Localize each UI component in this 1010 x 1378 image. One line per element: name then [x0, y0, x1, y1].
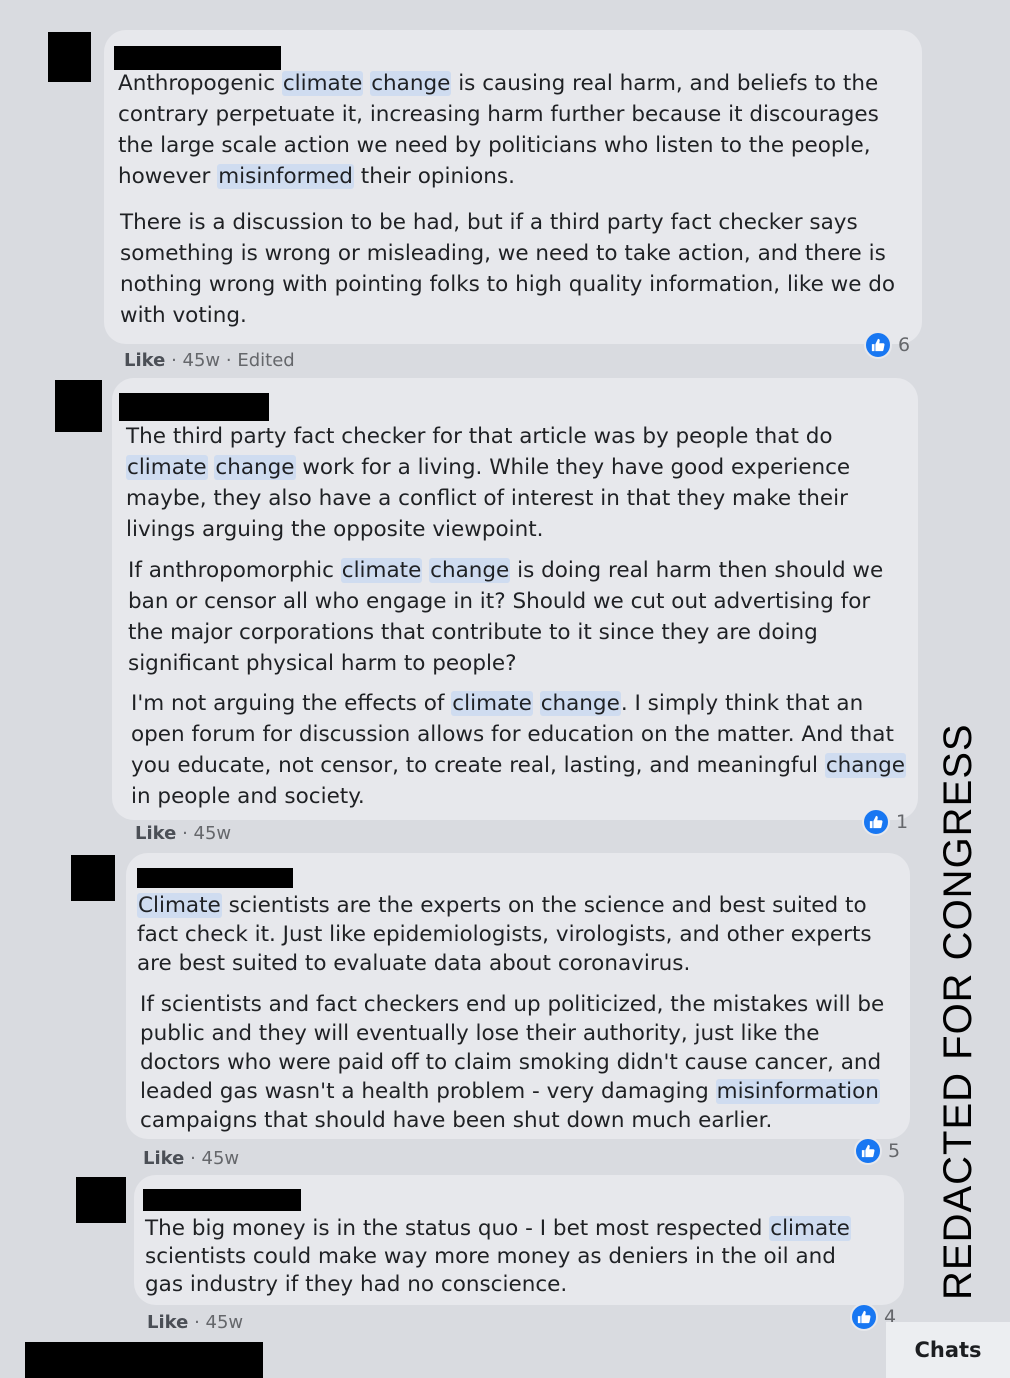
comment-text: If anthropomorphic [128, 558, 341, 583]
highlighted-search-term[interactable]: climate [451, 691, 533, 716]
timestamp[interactable]: 45w [206, 1312, 244, 1333]
comment-2-meta: Like · 45w [135, 823, 231, 844]
comment-text: campaigns that should have been shut dow… [140, 1108, 773, 1133]
comment-1-author-redacted[interactable] [114, 46, 281, 70]
separator: · [182, 823, 194, 844]
comment-3-author-redacted[interactable] [137, 868, 293, 888]
comment-text: scientists are the experts on the scienc… [137, 893, 872, 976]
comment-3-paragraph-2: If scientists and fact checkers end up p… [140, 990, 900, 1135]
comment-1-reactions[interactable]: 6 [864, 331, 910, 359]
highlighted-search-term[interactable]: change [539, 691, 621, 716]
highlighted-search-term[interactable]: change [370, 71, 452, 96]
comment-text: scientists could make way more money as … [145, 1244, 836, 1297]
thumbs-up-icon [854, 1137, 882, 1165]
chats-button[interactable]: Chats [886, 1322, 1010, 1378]
reaction-count: 5 [888, 1140, 901, 1162]
comment-4-author-redacted[interactable] [143, 1189, 301, 1211]
comment-3-meta: Like · 45w [143, 1148, 239, 1169]
thumbs-up-icon [850, 1303, 878, 1331]
highlighted-search-term[interactable]: change [824, 753, 906, 778]
edited-label: Edited [237, 350, 295, 371]
comment-2-author-redacted[interactable] [119, 393, 269, 421]
comment-text: Anthropogenic [118, 71, 282, 96]
redacted-side-label: REDACTED FOR CONGRESS [936, 723, 980, 1300]
comment-4-avatar-redacted[interactable] [76, 1177, 126, 1223]
highlighted-search-term[interactable]: climate [340, 558, 423, 583]
comment-1-meta: Like · 45w · Edited [124, 350, 295, 371]
comment-text: There is a discussion to be had, but if … [120, 210, 896, 328]
bottom-redaction-bar [25, 1342, 263, 1378]
comment-3-paragraph-1: Climate scientists are the experts on th… [137, 891, 897, 978]
thumbs-up-icon [864, 331, 892, 359]
like-button[interactable]: Like [124, 350, 165, 371]
highlighted-search-term[interactable]: climate [769, 1216, 851, 1241]
comment-2-paragraph-3: I'm not arguing the effects of climate c… [131, 688, 906, 812]
reaction-count: 1 [896, 811, 909, 833]
comment-1-paragraph-2: There is a discussion to be had, but if … [120, 207, 910, 331]
highlighted-search-term[interactable]: change [214, 455, 296, 480]
comment-text: in people and society. [131, 784, 365, 809]
thumbs-up-icon [862, 808, 890, 836]
comment-4-paragraph-1: The big money is in the status quo - I b… [145, 1215, 880, 1299]
comment-text [533, 691, 540, 716]
separator: · [171, 350, 183, 371]
like-button[interactable]: Like [135, 823, 176, 844]
comment-text: The third party fact checker for that ar… [126, 424, 833, 449]
highlighted-search-term[interactable]: change [429, 558, 511, 583]
separator: · [225, 350, 238, 371]
comment-text: I'm not arguing the effects of [131, 691, 452, 716]
reaction-count: 6 [898, 334, 911, 356]
comment-text: their opinions. [353, 164, 515, 189]
highlighted-search-term[interactable]: misinformed [217, 164, 354, 189]
timestamp[interactable]: 45w [202, 1148, 240, 1169]
comment-2-reactions[interactable]: 1 [862, 808, 908, 836]
comment-2-avatar-redacted[interactable] [55, 380, 102, 432]
highlighted-search-term[interactable]: Climate [137, 893, 222, 918]
comment-3-avatar-redacted[interactable] [71, 855, 115, 901]
comment-2-paragraph-2: If anthropomorphic climate change is doi… [128, 555, 903, 679]
comment-3-reactions[interactable]: 5 [854, 1137, 900, 1165]
like-button[interactable]: Like [143, 1148, 184, 1169]
separator: · [194, 1312, 206, 1333]
comment-text: The big money is in the status quo - I b… [145, 1216, 770, 1241]
highlighted-search-term[interactable]: climate [126, 455, 208, 480]
like-button[interactable]: Like [147, 1312, 188, 1333]
highlighted-search-term[interactable]: climate [281, 71, 364, 96]
highlighted-search-term[interactable]: misinformation [715, 1079, 880, 1104]
separator: · [190, 1148, 202, 1169]
timestamp[interactable]: 45w [183, 350, 221, 371]
comment-1-avatar-redacted[interactable] [48, 32, 91, 82]
timestamp[interactable]: 45w [194, 823, 232, 844]
comment-2-paragraph-1: The third party fact checker for that ar… [126, 421, 901, 545]
comment-1-paragraph-1: Anthropogenic climate change is causing … [118, 68, 908, 192]
comment-4-meta: Like · 45w [147, 1312, 243, 1333]
